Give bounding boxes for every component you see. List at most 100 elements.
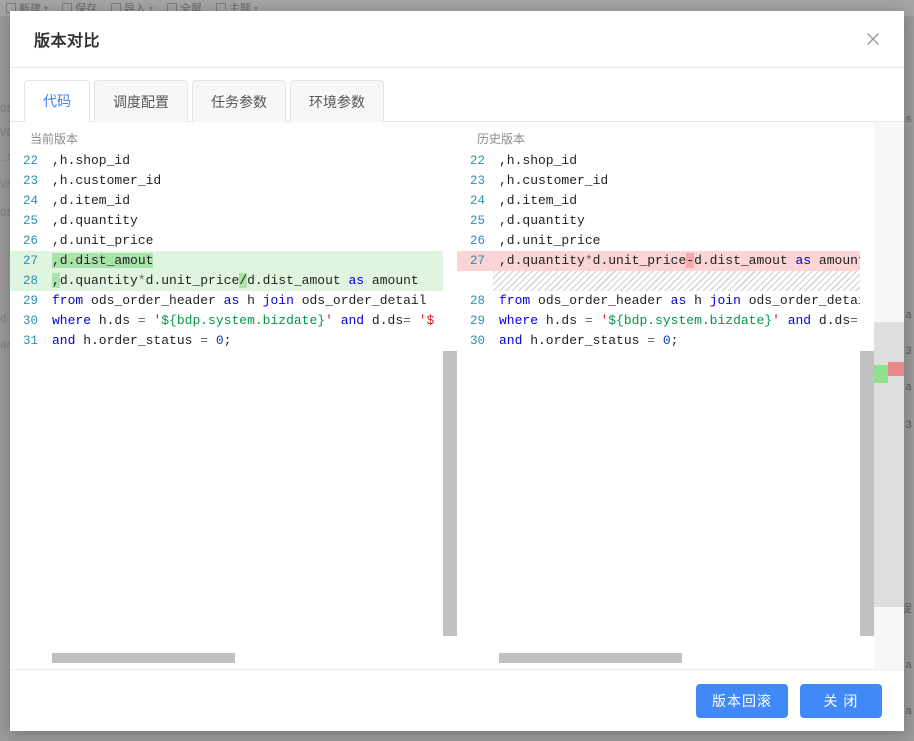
line-number: 31 [22, 334, 38, 348]
close-icon[interactable] [862, 28, 884, 50]
tab-3[interactable]: 环境参数 [290, 80, 384, 122]
background-text-fragment: s [905, 114, 912, 126]
code-line-content: ,d.item_id [493, 191, 874, 211]
code-line: 24 ,d.item_id [10, 191, 457, 211]
code-line: 30 and h.order_status = 0; [457, 331, 874, 351]
code-line: 28 ,d.quantity*d.unit_price/d.dist_amout … [10, 271, 457, 291]
background-text-fragment: 3 [905, 346, 912, 358]
code-token: h.ds [91, 313, 138, 328]
code-token: ,d.quantity [499, 213, 585, 228]
code-token: 0 [662, 333, 671, 348]
diff-panel-current: 当前版本 22 ,h.shop_id 23 ,h.customer_id 24 ,d.it… [10, 122, 457, 669]
code-line-content [493, 271, 874, 291]
code-token: = [647, 333, 656, 348]
code-token-changed: - [686, 253, 695, 268]
code-line-filler [457, 271, 874, 291]
diff-viewer: 当前版本 22 ,h.shop_id 23 ,h.customer_id 24 ,d.it… [10, 122, 904, 669]
line-number: 26 [469, 234, 485, 248]
code-token: = [200, 333, 209, 348]
code-token: amount [364, 273, 419, 288]
code-token: from [499, 293, 531, 308]
code-token: join [262, 293, 294, 308]
diff-minimap[interactable] [874, 122, 904, 669]
current-version-vertical-scroll-thumb[interactable] [443, 351, 457, 636]
code-token: ,d.unit_price [52, 233, 154, 248]
code-line-content: ,h.customer_id [493, 171, 874, 191]
code-token: ,d.unit_price [499, 233, 601, 248]
current-version-horizontal-scrollbar[interactable] [10, 653, 443, 665]
line-number: 22 [469, 154, 485, 168]
close-button[interactable]: 关 闭 [800, 683, 882, 718]
code-line-content: ,d.quantity*d.unit_price-d.dist_amout as… [493, 251, 874, 271]
code-token: and [779, 313, 812, 328]
code-token: h [239, 293, 263, 308]
code-token-changed: , [52, 273, 60, 288]
rollback-version-button[interactable]: 版本回滚 [696, 683, 788, 718]
current-version-code: 22 ,h.shop_id 23 ,h.customer_id 24 ,d.item_id… [10, 151, 457, 351]
current-version-label: 当前版本 [30, 132, 79, 146]
line-number: 26 [22, 234, 38, 248]
line-number: 28 [469, 294, 485, 308]
code-token: ods_order_header [83, 293, 224, 308]
code-token: ods_order_header [530, 293, 671, 308]
history-version-horizontal-scrollbar[interactable] [457, 653, 860, 665]
code-line-content: ,d.quantity [46, 211, 457, 231]
version-compare-dialog: 版本对比 代码 调度配置 任务参数 环境参数 当前版本 22 ,h.shop_id 23,… [10, 11, 904, 731]
code-token: '$ [410, 313, 435, 328]
code-line: 22 ,h.shop_id [10, 151, 457, 171]
code-line-content: from ods_order_header as h join ods_orde… [46, 291, 457, 311]
line-number: 24 [22, 194, 38, 208]
line-number: 28 [22, 274, 38, 288]
code-line: 25 ,d.quantity [457, 211, 874, 231]
history-version-label: 历史版本 [477, 132, 526, 146]
tab-1[interactable]: 调度配置 [94, 80, 188, 122]
code-token: d.unit_price [145, 273, 240, 288]
line-number: 30 [469, 334, 485, 348]
code-token-changed: ,d.dist_amout [52, 253, 154, 268]
history-version-horizontal-scroll-thumb[interactable] [499, 653, 682, 663]
code-token: 0 [215, 333, 224, 348]
code-token: = [403, 313, 411, 328]
code-token: amount [811, 253, 866, 268]
code-token: ' [145, 313, 162, 328]
code-line: 23 ,h.customer_id [457, 171, 874, 191]
code-token: from [52, 293, 84, 308]
history-version-vertical-scroll-thumb[interactable] [860, 351, 874, 636]
page-title: 版本对比 [34, 33, 101, 50]
code-line: 25 ,d.quantity [10, 211, 457, 231]
line-number: 23 [469, 174, 485, 188]
current-version-editor: 22 ,h.shop_id 23 ,h.customer_id 24 ,d.item_id… [10, 151, 457, 669]
code-token: * [137, 273, 146, 288]
code-token: where [499, 313, 539, 328]
tab-0-active[interactable]: 代码 [24, 80, 90, 122]
code-token: ' [772, 313, 780, 328]
background-text-fragment: d [0, 314, 7, 326]
tab-2[interactable]: 任务参数 [192, 80, 286, 122]
code-line: 29 where h.ds = '${bdp.system.bizdate}' a… [457, 311, 874, 331]
background-text-fragment: a [905, 310, 912, 322]
code-token: and [52, 333, 76, 348]
code-token: ,d.item_id [52, 193, 131, 208]
code-line-content: ,h.shop_id [46, 151, 457, 171]
line-number: 25 [469, 214, 485, 228]
code-token: = [137, 313, 146, 328]
code-line-content: ,h.customer_id [46, 171, 457, 191]
code-token: and [499, 333, 523, 348]
diff-panel-history: 历史版本 22 ,h.shop_id 23 ,h.customer_id 24 ,d.it… [457, 122, 904, 669]
code-token: ,d.quantity [52, 213, 138, 228]
current-version-vertical-scrollbar[interactable] [443, 151, 457, 669]
current-version-horizontal-scroll-thumb[interactable] [52, 653, 235, 663]
line-number: 25 [22, 214, 38, 228]
code-line-content: ,d.unit_price [46, 231, 457, 251]
code-line: 26 ,d.unit_price [457, 231, 874, 251]
code-token: as [348, 273, 365, 288]
line-number: 22 [22, 154, 38, 168]
code-token: = [584, 313, 593, 328]
history-version-code: 22 ,h.shop_id 23 ,h.customer_id 24 ,d.item_id… [457, 151, 874, 351]
dialog-tabs: 代码 调度配置 任务参数 环境参数 [10, 68, 904, 122]
code-token: ods_order_detail [293, 293, 427, 308]
history-version-vertical-scrollbar[interactable] [860, 151, 874, 669]
background-text-fragment: a [905, 382, 912, 394]
code-token: ods_order_detail [740, 293, 874, 308]
